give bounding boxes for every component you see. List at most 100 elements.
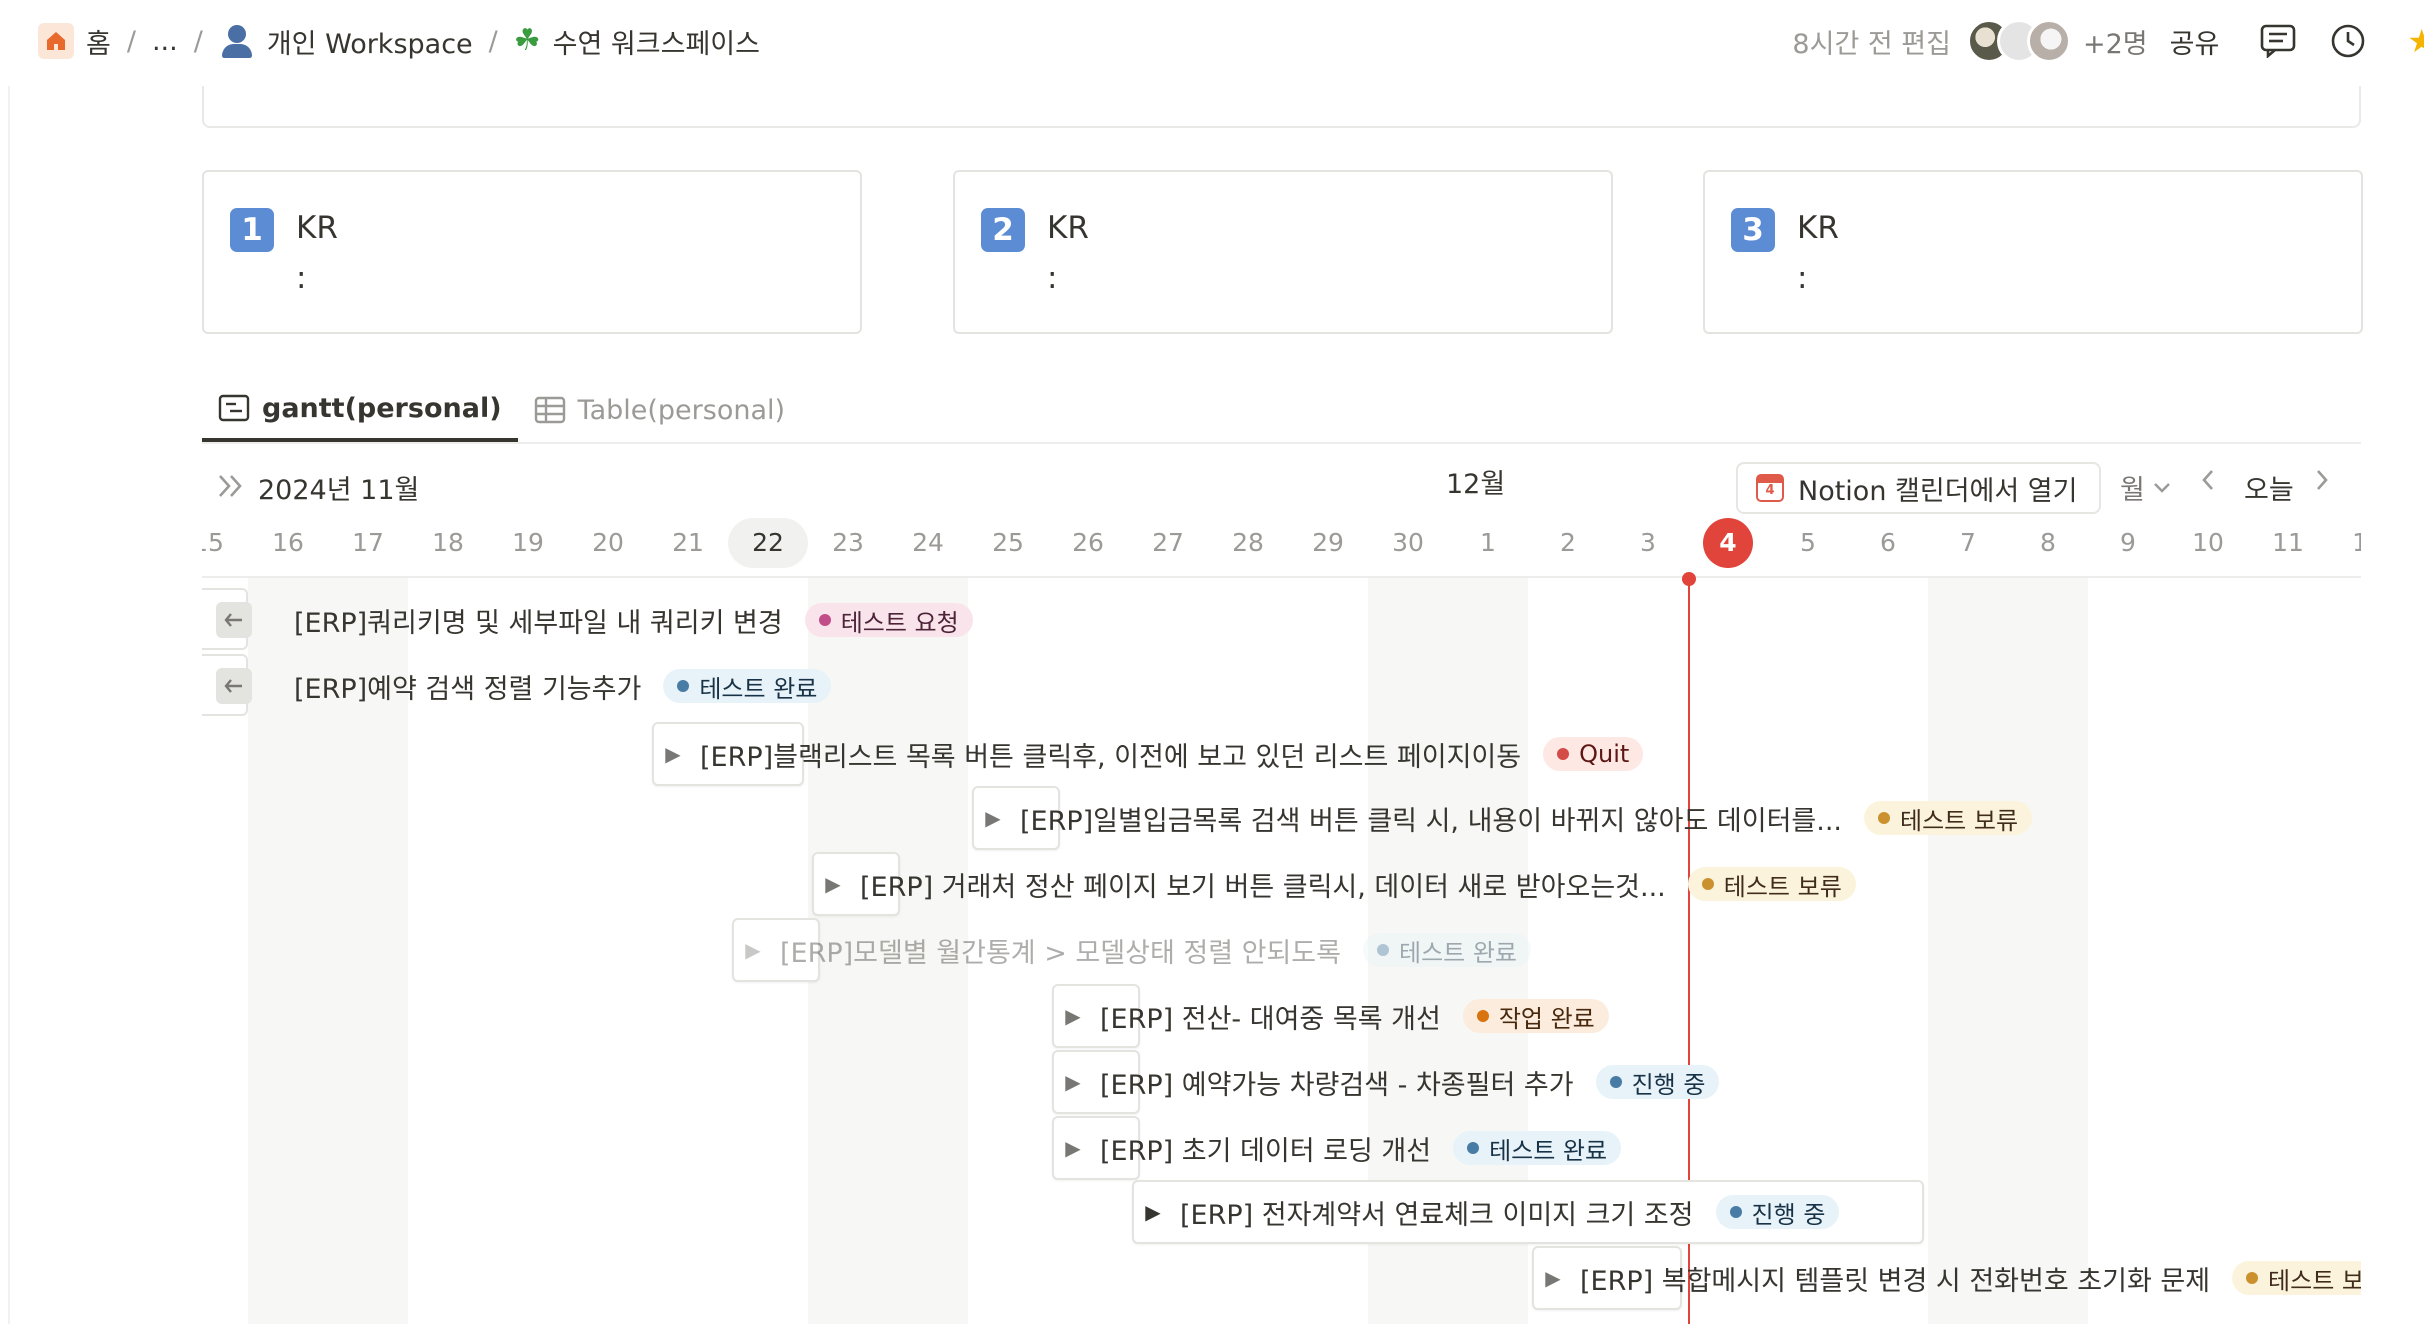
kr-card-1[interactable]: 1 KR : [202,170,862,334]
gantt-task-row[interactable]: ▶ [ERP] 거래처 정산 페이지 보기 버튼 클릭시, 데이터 새로 받아오… [822,852,1856,916]
day-cell[interactable]: 19 [488,518,568,568]
weekend-column [1928,578,2088,1324]
toggle-arrow-icon[interactable]: ▶ [1062,1070,1084,1094]
chevron-right-icon[interactable] [2314,468,2330,499]
today-button[interactable]: 오늘 [2244,468,2294,507]
day-cell[interactable]: 11 [2248,518,2328,568]
day-cell[interactable]: 25 [968,518,1048,568]
tab-table[interactable]: Table(personal) [518,378,801,442]
day-cell[interactable]: 1 [1448,518,1528,568]
day-cell[interactable]: 18 [408,518,488,568]
day-cell[interactable]: 9 [2088,518,2168,568]
gantt-task-row[interactable]: ▶ [ERP] 초기 데이터 로딩 개선 테스트 완료 [1062,1116,1622,1180]
day-cell[interactable]: 29 [1288,518,1368,568]
day-cell[interactable]: 15 [202,518,248,568]
day-cell[interactable]: 17 [328,518,408,568]
day-cell-today[interactable]: 4 [1703,518,1753,568]
breadcrumb-workspace[interactable]: 개인 Workspace [219,22,473,61]
clover-icon: ☘ [513,23,541,58]
day-cell[interactable]: 7 [1928,518,2008,568]
task-title: [ERP]일별입금목록 검색 버튼 클릭 시, 내용이 바뀌지 않아도 데이터를… [1020,805,1842,837]
history-icon[interactable] [2325,18,2371,64]
breadcrumb-page-label: 수연 워크스페이스 [552,28,760,60]
day-cell[interactable]: 3 [1608,518,1688,568]
gantt-task-row[interactable]: ▶ [ERP]일별입금목록 검색 버튼 클릭 시, 내용이 바뀌지 않아도 데이… [982,786,2033,850]
day-cell[interactable]: 2 [1528,518,1608,568]
day-cell[interactable]: 12 [2328,518,2361,568]
home-icon [38,23,74,59]
gantt-task-row[interactable]: ▶ [ERP] 복합메시지 템플릿 변경 시 전화번호 초기화 문제 테스트 보… [1542,1246,2361,1310]
day-cell[interactable]: 8 [2008,518,2088,568]
breadcrumb-workspace-label: 개인 Workspace [266,28,473,60]
breadcrumb-separator: / [193,25,203,57]
day-cell[interactable]: 10 [2168,518,2248,568]
task-title: [ERP] 거래처 정산 페이지 보기 버튼 클릭시, 데이터 새로 받아오는것… [860,871,1666,903]
day-cell[interactable]: 5 [1768,518,1848,568]
toggle-arrow-icon[interactable]: ▶ [822,872,844,896]
toggle-arrow-icon[interactable]: ▶ [1142,1200,1164,1224]
task-title: [ERP]블랙리스트 목록 버튼 클릭후, 이전에 보고 있던 리스트 페이지이… [700,741,1522,773]
day-cell[interactable]: 23 [808,518,888,568]
day-cell[interactable]: 20 [568,518,648,568]
view-tabs: gantt(personal) Table(personal) [202,378,801,442]
day-cell[interactable]: 27 [1128,518,1208,568]
status-label: 테스트 보류 [1723,872,1842,901]
task-title: [ERP]모델별 월간통계 > 모델상태 정렬 안되도록 [780,937,1341,969]
gantt-task-row[interactable]: ▶ [ERP]모델별 월간통계 > 모델상태 정렬 안되도록 테스트 완료 [742,918,1532,982]
expand-icon[interactable] [216,472,246,504]
day-cell[interactable]: 6 [1848,518,1928,568]
breadcrumb-ellipsis[interactable]: ... [152,26,178,57]
gantt-task-row[interactable]: ▶ [ERP] 전자계약서 연료체크 이미지 크기 조정 진행 중 [1142,1180,1840,1244]
status-label: 테스트 완료 [1398,938,1518,967]
gantt-task-row[interactable]: [ERP]예약 검색 정렬 기능추가 테스트 완료 [278,654,832,718]
kr-title: KR [296,210,338,246]
breadcrumb-separator: / [126,25,136,57]
task-title: [ERP] 전산- 대여중 목록 개선 [1100,1003,1441,1035]
gantt-task-row[interactable]: ▶ [ERP]블랙리스트 목록 버튼 클릭후, 이전에 보고 있던 리스트 페이… [662,722,1644,786]
kr-body: : [296,260,307,296]
view-mode-select[interactable]: 월 [2120,468,2171,507]
breadcrumb-separator: / [488,25,498,57]
keycap-2-icon: 2 [981,208,1025,252]
extra-members-count[interactable]: +2명 [2083,22,2148,61]
scroll-to-task-icon[interactable] [216,602,252,638]
keycap-3-icon: 3 [1731,208,1775,252]
day-cell[interactable]: 21 [648,518,728,568]
top-bar: 홈 / ... / 개인 Workspace / ☘ 수연 워크스페이스 8시간… [0,0,2424,86]
day-cell[interactable]: 16 [248,518,328,568]
day-cell[interactable]: 30 [1368,518,1448,568]
keycap-1-icon: 1 [230,208,274,252]
share-button[interactable]: 공유 [2170,22,2220,61]
gantt-view: 2024년 11월 12월 4 Notion 캘린더에서 열기 월 오늘 15 … [202,444,2361,1324]
chevron-down-icon [2153,482,2170,493]
gantt-header-divider [202,576,2361,578]
edited-time[interactable]: 8시간 전 편집 [1792,22,1951,61]
toggle-arrow-icon[interactable]: ▶ [1062,1136,1084,1160]
calendar-icon-day: 4 [1765,483,1775,498]
toggle-arrow-icon[interactable]: ▶ [662,742,684,766]
comments-icon[interactable] [2255,18,2301,64]
toggle-arrow-icon[interactable]: ▶ [742,938,764,962]
calendar-icon: 4 [1756,474,1784,502]
toggle-arrow-icon[interactable]: ▶ [982,806,1004,830]
day-cell[interactable]: 28 [1208,518,1288,568]
open-notion-calendar-button[interactable]: 4 Notion 캘린더에서 열기 [1736,462,2102,514]
avatar-group[interactable] [1966,19,2071,63]
toggle-arrow-icon[interactable]: ▶ [1542,1266,1564,1290]
gantt-task-row[interactable]: ▶ [ERP] 전산- 대여중 목록 개선 작업 완료 [1062,984,1609,1048]
day-cell[interactable]: 26 [1048,518,1128,568]
favorite-star-icon[interactable]: ★ [2407,22,2424,60]
day-cell-selected[interactable]: 22 [728,518,808,568]
scroll-to-task-icon[interactable] [216,668,252,704]
kr-card-2[interactable]: 2 KR : [953,170,1613,334]
day-cell[interactable]: 24 [888,518,968,568]
kr-card-3[interactable]: 3 KR : [1703,170,2363,334]
gantt-task-row[interactable]: [ERP]쿼리키명 및 세부파일 내 쿼리키 변경 테스트 요청 [278,588,973,652]
tab-gantt[interactable]: gantt(personal) [202,378,518,442]
breadcrumb-home[interactable]: 홈 [38,22,111,61]
view-mode-label: 월 [2120,475,2145,506]
toggle-arrow-icon[interactable]: ▶ [1062,1004,1084,1028]
breadcrumb-page[interactable]: ☘ 수연 워크스페이스 [514,22,760,61]
gantt-task-row[interactable]: ▶ [ERP] 예약가능 차량검색 - 차종필터 추가 진행 중 [1062,1050,1720,1114]
chevron-left-icon[interactable] [2200,468,2216,499]
